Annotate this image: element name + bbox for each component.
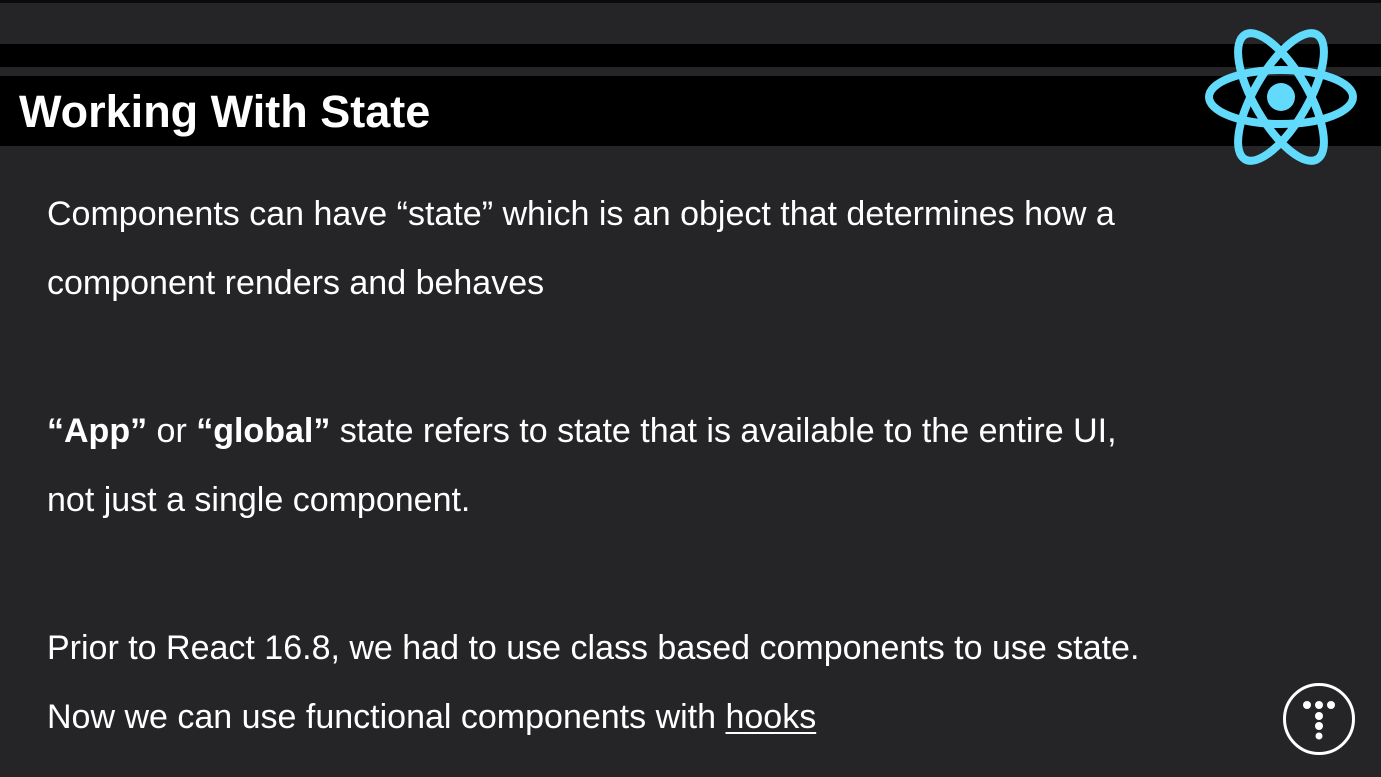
top-divider xyxy=(0,0,1381,3)
paragraph-line: Now we can use functional components wit… xyxy=(47,683,1139,752)
paragraph-line: “App” or “global” state refers to state … xyxy=(47,397,1117,466)
paragraph-text: Now we can use functional components wit… xyxy=(47,698,726,736)
paragraph-line: Prior to React 16.8, we had to use class… xyxy=(47,629,1140,667)
paragraph-line: not just a single component. xyxy=(47,481,471,519)
or-word: or xyxy=(147,412,197,450)
global-term: “global” xyxy=(196,412,331,450)
paragraph-line: Components can have “state” which is an … xyxy=(47,195,1115,233)
paragraph-global-state: “App” or “global” state refers to state … xyxy=(47,397,1117,535)
paragraph-text: state refers to state that is available … xyxy=(330,412,1117,450)
paragraph-line: component renders and behaves xyxy=(47,264,545,302)
react-atom-icon xyxy=(1205,29,1357,165)
header-stripe xyxy=(0,44,1381,67)
traversy-t-logo-icon xyxy=(1283,683,1355,755)
paragraph-hooks: Prior to React 16.8, we had to use class… xyxy=(47,614,1139,752)
app-term: “App” xyxy=(47,412,148,450)
slide-title: Working With State xyxy=(19,86,431,137)
paragraph-state-definition: Components can have “state” which is an … xyxy=(47,180,1115,318)
hooks-link[interactable]: hooks xyxy=(725,698,816,736)
